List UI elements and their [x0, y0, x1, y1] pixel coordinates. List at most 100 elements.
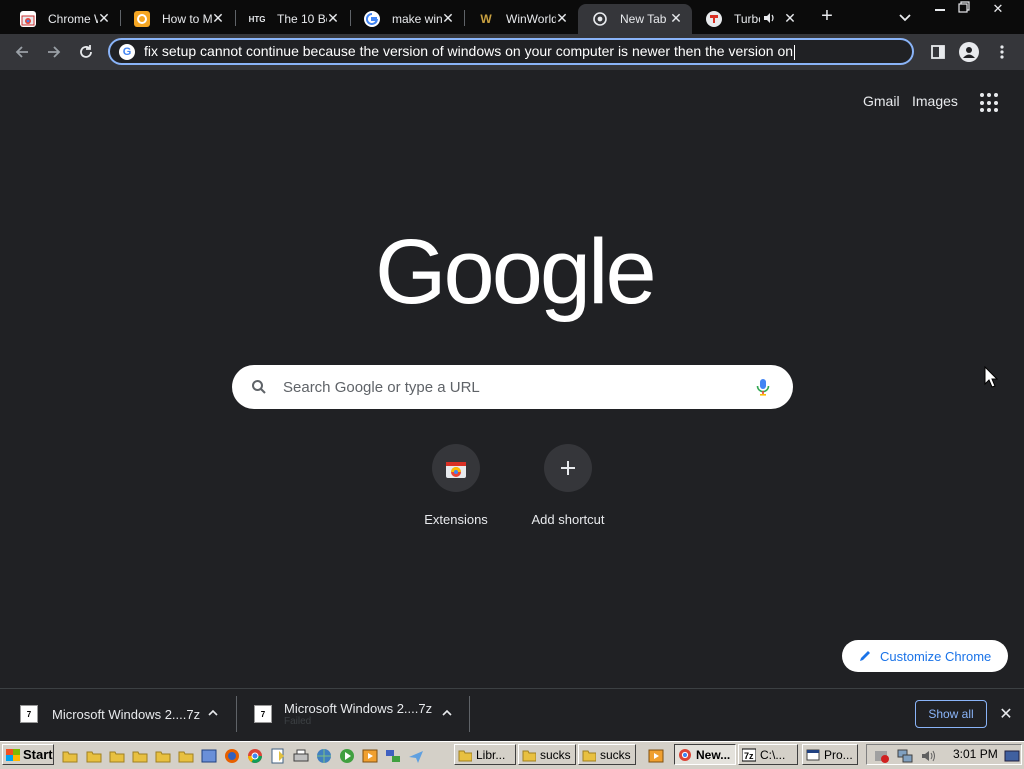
tab-chrome-web-store[interactable]: Chrome W ✕ — [6, 4, 120, 34]
tab-close-icon[interactable]: ✕ — [554, 10, 570, 26]
htg-icon: HTG — [248, 14, 266, 24]
close-shelf-icon[interactable]: ✕ — [998, 704, 1014, 723]
tab-close-icon[interactable]: ✕ — [668, 10, 684, 26]
task-label: New... — [696, 747, 731, 762]
chevron-up-icon[interactable] — [206, 707, 220, 721]
tab-winworld[interactable]: W WinWorld: ✕ — [464, 4, 578, 34]
notepad-icon[interactable] — [270, 748, 286, 764]
pencil-icon — [858, 649, 872, 663]
media-player-icon[interactable] — [648, 748, 664, 764]
network-connection-icon[interactable] — [897, 748, 913, 764]
control-panel-icon[interactable] — [201, 748, 217, 764]
download-item[interactable]: 7 Microsoft Windows 2....7z — [20, 688, 235, 740]
chevron-up-icon[interactable] — [440, 707, 454, 721]
google-logo: Google — [375, 221, 657, 323]
taskbar-task[interactable]: Pro... — [802, 744, 858, 765]
search-icon — [249, 377, 269, 397]
folder-icon — [582, 748, 597, 762]
7z-file-icon: 7 — [20, 705, 38, 723]
tab-title: Turbo — [734, 12, 760, 26]
chrome-icon — [678, 748, 692, 762]
side-panel-icon[interactable] — [928, 42, 948, 62]
task-label: Libr... — [476, 747, 506, 762]
taskbar-task[interactable]: Libr... — [454, 744, 516, 765]
turbo-icon — [706, 11, 722, 27]
chrome-icon — [592, 11, 608, 27]
network-icon[interactable] — [385, 748, 401, 764]
folder-icon[interactable] — [86, 748, 102, 764]
taskbar-task[interactable]: sucks — [578, 744, 636, 765]
search-box[interactable]: Search Google or type a URL — [232, 365, 793, 409]
menu-kebab-icon[interactable] — [992, 42, 1012, 62]
task-label: sucks — [540, 747, 571, 762]
globe-icon[interactable] — [316, 748, 332, 764]
tab-google-search[interactable]: make win ✕ — [350, 4, 464, 34]
minimize-icon[interactable] — [928, 0, 952, 18]
task-label: Pro... — [824, 747, 853, 762]
chrome-icon[interactable] — [247, 748, 263, 764]
firefox-icon[interactable] — [224, 748, 240, 764]
taskbar-task[interactable]: 7z C:\... — [738, 744, 798, 765]
start-label: Start — [23, 747, 53, 762]
taskbar-task[interactable]: sucks — [518, 744, 576, 765]
shortcut-extensions[interactable]: Extensions — [406, 444, 506, 527]
profile-avatar-icon[interactable] — [959, 42, 979, 62]
restore-icon[interactable] — [952, 0, 976, 18]
images-link[interactable]: Images — [912, 93, 958, 109]
tab-close-icon[interactable]: ✕ — [325, 10, 341, 26]
shortcut-label: Add shortcut — [531, 512, 605, 527]
task-label: C:\... — [760, 747, 786, 762]
close-window-icon[interactable]: ✕ — [986, 0, 1010, 18]
tab-search-chevron-down-icon[interactable] — [896, 8, 914, 26]
taskbar-clock[interactable]: 3:01 PM — [953, 747, 998, 761]
7zip-icon: 7z — [741, 748, 757, 762]
show-desktop-icon[interactable] — [1004, 748, 1020, 764]
tab-htg[interactable]: HTG The 10 Be ✕ — [235, 4, 349, 34]
tab-close-icon[interactable]: ✕ — [440, 10, 456, 26]
back-arrow-icon[interactable] — [12, 42, 32, 62]
audio-playing-icon[interactable] — [762, 11, 776, 28]
new-tab-plus-icon[interactable]: + — [816, 6, 838, 28]
tab-title: The 10 Be — [277, 12, 327, 26]
send-icon[interactable] — [408, 748, 424, 764]
player-icon[interactable] — [362, 748, 378, 764]
gmail-link[interactable]: Gmail — [863, 93, 900, 109]
taskbar-task-active[interactable]: New... — [674, 744, 736, 765]
download-divider — [236, 696, 237, 732]
folder-icon[interactable] — [155, 748, 171, 764]
tab-close-icon[interactable]: ✕ — [782, 10, 798, 26]
network-warning-icon[interactable] — [874, 748, 890, 764]
start-button[interactable]: Start — [2, 744, 54, 765]
folder-icon[interactable] — [62, 748, 78, 764]
reload-icon[interactable] — [76, 42, 96, 62]
shortcut-add[interactable]: Add shortcut — [518, 444, 618, 527]
winworld-icon: W — [480, 12, 492, 26]
library-icon — [458, 748, 473, 762]
tab-turbo[interactable]: Turbo ✕ — [692, 4, 806, 34]
download-status: Failed — [284, 716, 312, 727]
google-apps-grid-icon[interactable] — [980, 93, 1000, 113]
search-placeholder[interactable]: Search Google or type a URL — [283, 379, 480, 396]
customize-chrome-button[interactable]: Customize Chrome — [842, 640, 1008, 672]
media-icon[interactable] — [339, 748, 355, 764]
folder-icon[interactable] — [109, 748, 125, 764]
tab-title: Chrome W — [48, 12, 98, 26]
tab-new-tab[interactable]: New Tab ✕ — [578, 4, 692, 34]
tab-close-icon[interactable]: ✕ — [210, 10, 226, 26]
chrome-web-store-icon — [20, 11, 36, 27]
volume-icon[interactable] — [920, 748, 936, 764]
printer-icon[interactable] — [293, 748, 309, 764]
windows-flag-icon — [6, 748, 20, 761]
show-all-button[interactable]: Show all — [915, 700, 987, 728]
tab-how-to[interactable]: How to Ma ✕ — [120, 4, 234, 34]
folder-icon[interactable] — [178, 748, 194, 764]
folder-icon[interactable] — [132, 748, 148, 764]
tab-close-icon[interactable]: ✕ — [96, 10, 112, 26]
svg-text:7z: 7z — [744, 751, 754, 761]
address-bar-text[interactable]: fix setup cannot continue because the ve… — [144, 43, 796, 60]
forward-arrow-icon[interactable] — [44, 42, 64, 62]
download-item[interactable]: 7 Microsoft Windows 2....7z Failed — [254, 688, 469, 740]
customize-label: Customize Chrome — [880, 648, 992, 664]
voice-search-mic-icon[interactable] — [753, 377, 773, 397]
address-bar[interactable]: G fix setup cannot continue because the … — [108, 38, 914, 65]
